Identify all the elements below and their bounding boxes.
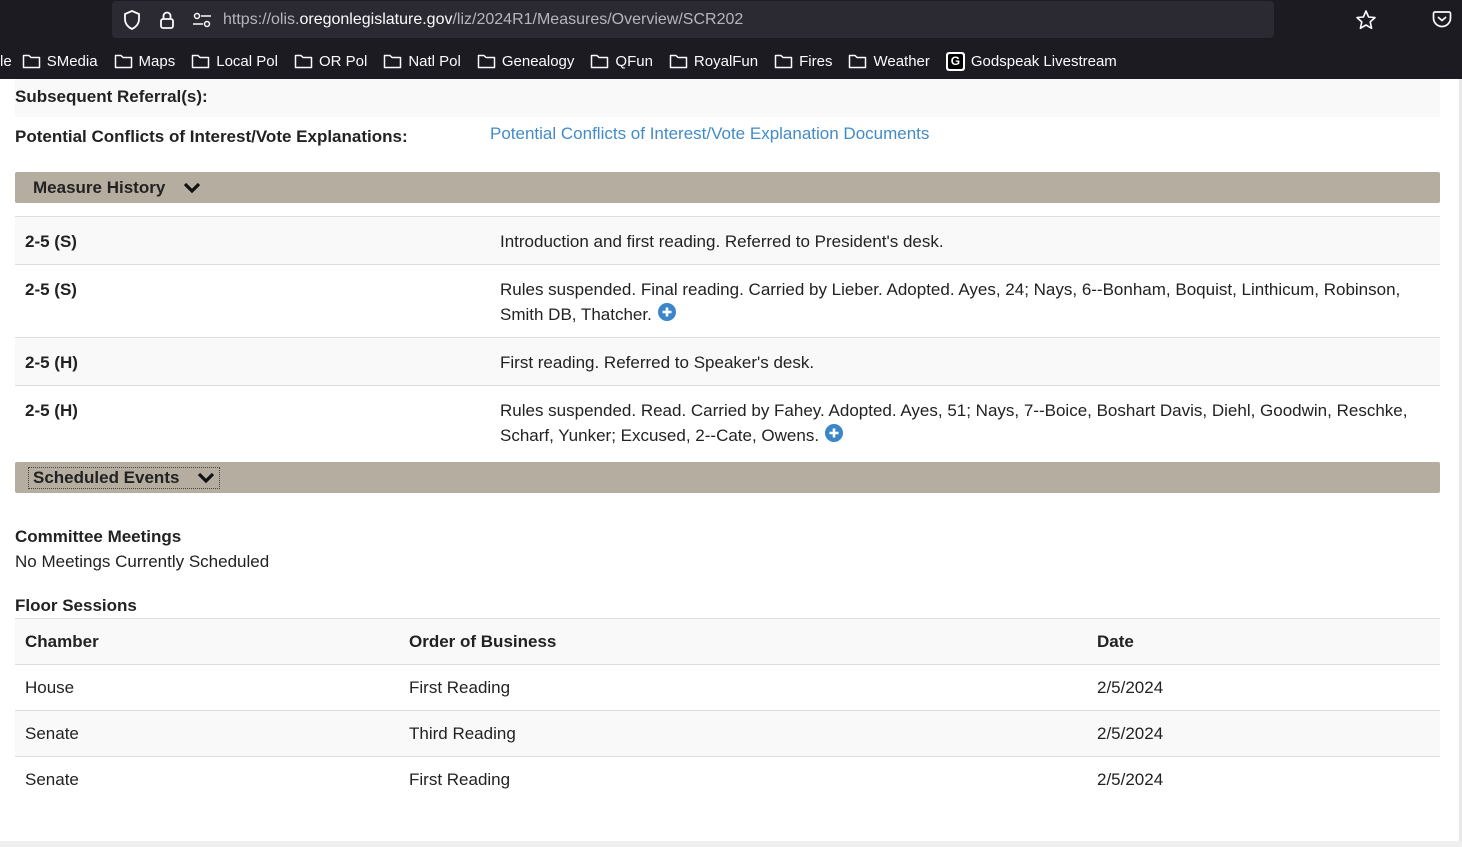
measure-history-table: 2-5 (S) Introduction and first reading. … [15, 216, 1440, 458]
chamber-cell: Senate [15, 710, 399, 757]
chevron-down-icon [198, 472, 215, 484]
folder-icon [591, 54, 609, 69]
order-cell: Third Reading [399, 710, 1087, 757]
chamber-cell: Senate [15, 756, 399, 803]
history-action: First reading. Referred to Speaker's des… [490, 337, 1440, 386]
expand-plus-icon[interactable] [825, 424, 844, 442]
column-header-date: Date [1087, 618, 1440, 665]
tracking-protection-shield-icon[interactable] [122, 10, 142, 30]
table-row: 2-5 (S) Rules suspended. Final reading. … [15, 264, 1440, 338]
bookmark-folder-royalfun[interactable]: RoyalFun [669, 53, 758, 70]
folder-icon [774, 54, 793, 69]
subsequent-referrals-label: Subsequent Referral(s): [15, 87, 208, 106]
history-date: 2-5 (H) [15, 337, 490, 386]
subsequent-referrals-row [15, 79, 1440, 117]
order-cell: First Reading [399, 664, 1087, 711]
page-bottom-edge [0, 841, 1462, 847]
chevron-down-icon [184, 182, 201, 194]
history-date: 2-5 (S) [15, 264, 490, 338]
folder-icon [294, 54, 313, 69]
bookmark-star-icon[interactable] [1355, 9, 1377, 31]
bookmark-folder-genealogy[interactable]: Genealogy [477, 53, 574, 70]
date-cell: 2/5/2024 [1087, 664, 1440, 711]
bookmark-godspeak-livestream[interactable]: G Godspeak Livestream [945, 51, 1117, 71]
lock-icon[interactable] [157, 10, 177, 30]
scheduled-events-toggle[interactable]: Scheduled Events [28, 467, 221, 489]
history-action: Rules suspended. Read. Carried by Fahey.… [490, 385, 1440, 458]
bookmark-folder-maps[interactable]: Maps [114, 53, 175, 70]
measure-history-header[interactable]: Measure History [15, 172, 1440, 203]
bookmark-folder-natl-pol[interactable]: Natl Pol [383, 53, 461, 70]
scheduled-events-title: Scheduled Events [33, 468, 180, 487]
url-text[interactable]: https://olis.oregonlegislature.gov/liz/2… [223, 11, 743, 29]
folder-icon [669, 54, 688, 69]
history-date: 2-5 (S) [15, 216, 490, 265]
order-cell: First Reading [399, 756, 1087, 803]
conflicts-label: Potential Conflicts of Interest/Vote Exp… [15, 127, 408, 146]
expand-plus-icon[interactable] [657, 303, 676, 321]
table-header-row: Chamber Order of Business Date [15, 618, 1440, 665]
folder-icon [191, 54, 210, 69]
folder-icon [477, 54, 496, 69]
table-row: Senate Third Reading 2/5/2024 [15, 710, 1440, 757]
scheduled-events-header[interactable]: Scheduled Events [15, 462, 1440, 493]
address-bar[interactable]: https://olis.oregonlegislature.gov/liz/2… [112, 1, 1376, 38]
folder-icon [384, 54, 402, 69]
column-header-chamber: Chamber [15, 618, 399, 665]
browser-chrome: https://olis.oregonlegislature.gov/liz/2… [0, 0, 1462, 79]
bookmarks-toolbar: le SMedia Maps Local Pol OR Pol Natl Pol… [0, 48, 1133, 74]
chamber-cell: House [15, 664, 399, 711]
table-row: 2-5 (S) Introduction and first reading. … [15, 216, 1440, 265]
committee-meetings-heading: Committee Meetings [15, 527, 182, 546]
history-action: Rules suspended. Final reading. Carried … [490, 264, 1440, 338]
conflicts-documents-link[interactable]: Potential Conflicts of Interest/Vote Exp… [490, 124, 929, 144]
floor-sessions-heading: Floor Sessions [15, 596, 137, 615]
folder-icon [114, 54, 132, 69]
table-row: 2-5 (H) First reading. Referred to Speak… [15, 337, 1440, 386]
history-date: 2-5 (H) [15, 385, 490, 458]
bookmark-folder-fires[interactable]: Fires [774, 53, 832, 70]
permissions-icon[interactable] [192, 10, 212, 30]
bookmark-folder-local-pol[interactable]: Local Pol [191, 53, 278, 70]
folder-icon [22, 54, 40, 69]
bookmark-folder-qfun[interactable]: QFun [590, 53, 653, 70]
g-site-icon: G [945, 51, 965, 71]
committee-meetings-text: No Meetings Currently Scheduled [15, 552, 270, 571]
date-cell: 2/5/2024 [1087, 756, 1440, 803]
measure-history-title: Measure History [33, 178, 166, 197]
floor-sessions-table: Chamber Order of Business Date House Fir… [15, 618, 1440, 803]
folder-icon [849, 54, 867, 69]
date-cell: 2/5/2024 [1087, 710, 1440, 757]
column-header-order-of-business: Order of Business [399, 618, 1087, 665]
table-row: House First Reading 2/5/2024 [15, 664, 1440, 711]
history-action: Introduction and first reading. Referred… [490, 216, 1440, 265]
pocket-icon[interactable] [1432, 9, 1452, 29]
bookmark-folder-smedia[interactable]: SMedia [22, 53, 98, 70]
table-row: 2-5 (H) Rules suspended. Read. Carried b… [15, 385, 1440, 458]
page-content: Subsequent Referral(s): Potential Confli… [0, 79, 1462, 847]
bookmark-folder-weather[interactable]: Weather [848, 53, 930, 70]
bookmark-item[interactable]: le [0, 53, 12, 70]
table-row: Senate First Reading 2/5/2024 [15, 756, 1440, 803]
bookmark-folder-or-pol[interactable]: OR Pol [294, 53, 367, 70]
measure-history-toggle[interactable]: Measure History [33, 178, 201, 198]
